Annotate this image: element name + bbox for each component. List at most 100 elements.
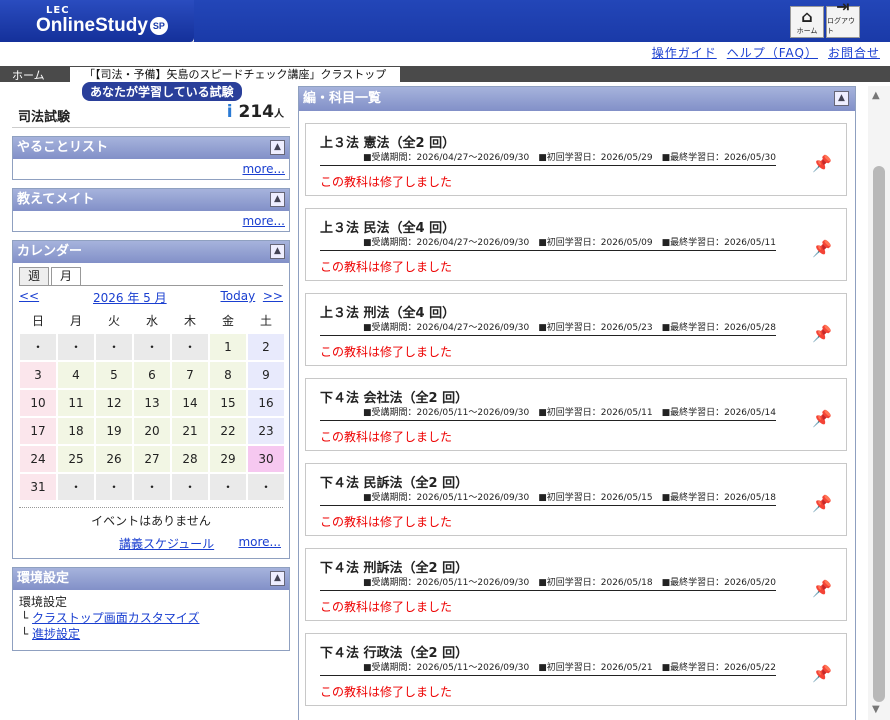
contact-link[interactable]: お問合せ: [828, 44, 880, 61]
subject-title[interactable]: 上３法 民法（全4 回）: [320, 217, 455, 236]
collapse-icon[interactable]: ▲: [270, 571, 285, 586]
pin-icon[interactable]: 📌: [812, 239, 832, 258]
subject-card[interactable]: 上３法 憲法（全2 回） ■受講期間：2026/04/27～2026/09/30 …: [305, 123, 847, 196]
calendar-day[interactable]: 20: [134, 418, 170, 444]
collapse-icon[interactable]: ▲: [834, 91, 849, 106]
pin-icon[interactable]: 📌: [812, 579, 832, 598]
calendar-day[interactable]: 31: [20, 474, 56, 500]
breadcrumb: ホーム 「【司法・予備】矢島のスピードチェック講座」クラストップ: [0, 66, 890, 82]
calendar-more-link[interactable]: more...: [238, 535, 281, 552]
subject-card[interactable]: 上３法 民法（全4 回） ■受講期間：2026/04/27～2026/09/30 …: [305, 208, 847, 281]
customize-link[interactable]: クラストップ画面カスタマイズ: [32, 611, 199, 625]
header-stripe: [194, 0, 890, 42]
calendar-day[interactable]: 25: [58, 446, 94, 472]
tab-week[interactable]: 週: [19, 267, 50, 285]
calendar-day[interactable]: 5: [96, 362, 132, 388]
mate-title: 教えてメイト: [17, 192, 95, 207]
calendar-day[interactable]: 12: [96, 390, 132, 416]
subject-card[interactable]: 下４法 行政法（全2 回） ■受講期間：2026/05/11～2026/09/30…: [305, 633, 847, 706]
calendar-day[interactable]: 3: [20, 362, 56, 388]
calendar-day[interactable]: 29: [210, 446, 246, 472]
calendar-day[interactable]: 24: [20, 446, 56, 472]
calendar-day[interactable]: 2: [248, 334, 284, 360]
mate-more-link[interactable]: more...: [242, 214, 285, 228]
pin-icon[interactable]: 📌: [812, 324, 832, 343]
todo-more-link[interactable]: more...: [242, 162, 285, 176]
progress-link[interactable]: 進捗設定: [32, 627, 80, 641]
calendar-day: ・: [210, 474, 246, 500]
calendar-day: ・: [172, 474, 208, 500]
subjects-title: 編・科目一覧: [303, 91, 382, 106]
calendar-today[interactable]: Today: [221, 289, 256, 303]
calendar-day[interactable]: 9: [248, 362, 284, 388]
subject-card[interactable]: 下４法 刑訴法（全2 回） ■受講期間：2026/05/11～2026/09/30…: [305, 548, 847, 621]
collapse-icon[interactable]: ▲: [270, 244, 285, 259]
calendar-next[interactable]: >>: [263, 289, 283, 303]
calendar-day[interactable]: 14: [172, 390, 208, 416]
calendar-day[interactable]: 6: [134, 362, 170, 388]
scroll-thumb[interactable]: [873, 166, 885, 702]
subject-title[interactable]: 下４法 会社法（全2 回）: [320, 387, 468, 406]
calendar-month[interactable]: 2026 年 5 月: [93, 289, 167, 306]
subject-card[interactable]: 下４法 会社法（全2 回） ■受講期間：2026/05/11～2026/09/30…: [305, 378, 847, 451]
calendar-day: ・: [58, 474, 94, 500]
home-label: ホーム: [796, 27, 818, 35]
todo-title: やることリスト: [17, 140, 109, 155]
exam-count: i 214人: [227, 102, 284, 122]
pin-icon[interactable]: 📌: [812, 154, 832, 173]
calendar-day[interactable]: 18: [58, 418, 94, 444]
calendar-day[interactable]: 10: [20, 390, 56, 416]
calendar-day[interactable]: 1: [210, 334, 246, 360]
subject-title[interactable]: 上３法 刑法（全4 回）: [320, 302, 455, 321]
calendar-day[interactable]: 19: [96, 418, 132, 444]
calendar-prev[interactable]: <<: [19, 289, 39, 306]
calendar-day[interactable]: 11: [58, 390, 94, 416]
exam-panel: あなたが学習している試験 司法試験 i 214人: [12, 82, 290, 128]
calendar-day[interactable]: 28: [172, 446, 208, 472]
guide-link[interactable]: 操作ガイド: [652, 44, 717, 61]
pin-icon[interactable]: 📌: [812, 494, 832, 513]
subjects-list: 上３法 憲法（全2 回） ■受講期間：2026/04/27～2026/09/30 …: [299, 123, 855, 706]
calendar-day[interactable]: 7: [172, 362, 208, 388]
pin-icon[interactable]: 📌: [812, 409, 832, 428]
breadcrumb-home[interactable]: ホーム: [12, 67, 45, 83]
subject-card[interactable]: 下４法 民訴法（全2 回） ■受講期間：2026/05/11～2026/09/30…: [305, 463, 847, 536]
calendar-today-next: Today >>: [221, 289, 283, 306]
calendar-day[interactable]: 22: [210, 418, 246, 444]
calendar-day[interactable]: 26: [96, 446, 132, 472]
subject-title[interactable]: 下４法 刑訴法（全2 回）: [320, 557, 468, 576]
schedule-link[interactable]: 講義スケジュール: [119, 535, 214, 552]
logout-button[interactable]: ⇥ ログアウト: [826, 0, 860, 38]
calendar-day[interactable]: 27: [134, 446, 170, 472]
calendar-day[interactable]: 16: [248, 390, 284, 416]
collapse-icon[interactable]: ▲: [270, 140, 285, 155]
pin-icon[interactable]: 📌: [812, 664, 832, 683]
calendar-day[interactable]: 4: [58, 362, 94, 388]
scroll-down-icon[interactable]: ▼: [872, 704, 880, 715]
calendar-day[interactable]: 30: [248, 446, 284, 472]
help-link[interactable]: ヘルプ（FAQ）: [727, 44, 818, 61]
weekday-header: 金: [221, 314, 234, 328]
weekday-header: 火: [107, 314, 120, 328]
mate-header: 教えてメイト ▲: [13, 189, 289, 211]
scrollbar[interactable]: ▲ ▼: [868, 86, 890, 720]
subject-meta: ■受講期間：2026/04/27～2026/09/30 ■初回学習日：2026/…: [320, 235, 776, 251]
weekday-header: 木: [183, 314, 196, 328]
tab-month[interactable]: 月: [51, 267, 82, 285]
calendar-day[interactable]: 13: [134, 390, 170, 416]
calendar-day[interactable]: 8: [210, 362, 246, 388]
subject-card[interactable]: 上３法 刑法（全4 回） ■受講期間：2026/04/27～2026/09/30 …: [305, 293, 847, 366]
brand-logo[interactable]: LEC OnlineStudy SP: [0, 0, 194, 42]
home-button[interactable]: ⌂ ホーム: [790, 6, 824, 38]
calendar-day[interactable]: 21: [172, 418, 208, 444]
collapse-icon[interactable]: ▲: [270, 192, 285, 207]
subjects-header: 編・科目一覧 ▲: [299, 87, 855, 111]
subject-title[interactable]: 上３法 憲法（全2 回）: [320, 132, 455, 151]
scroll-up-icon[interactable]: ▲: [872, 90, 880, 101]
calendar-day[interactable]: 23: [248, 418, 284, 444]
subject-title[interactable]: 下４法 行政法（全2 回）: [320, 642, 468, 661]
calendar-day[interactable]: 15: [210, 390, 246, 416]
subject-title[interactable]: 下４法 民訴法（全2 回）: [320, 472, 468, 491]
breadcrumb-current: 「【司法・予備】矢島のスピードチェック講座」クラストップ: [70, 67, 401, 82]
calendar-day[interactable]: 17: [20, 418, 56, 444]
